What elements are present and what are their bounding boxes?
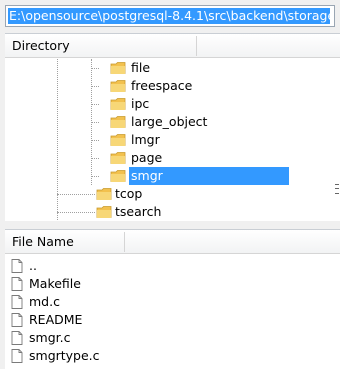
tree-item-freespace[interactable]: freespace (5, 77, 335, 95)
folder-icon (110, 170, 126, 182)
folder-icon (110, 152, 126, 164)
file-name: Makefile (29, 276, 81, 291)
file-panel: File Name .. Makefile md.c README smgr.c… (5, 229, 340, 370)
tree-item-page[interactable]: page (5, 149, 335, 167)
file-name-header-label: File Name (12, 234, 74, 249)
tree-item-label: freespace (131, 78, 193, 93)
folder-icon (96, 206, 112, 218)
file-name: md.c (29, 294, 60, 309)
folder-icon (110, 80, 126, 92)
tree-item-label: file (131, 60, 151, 75)
directory-header-label: Directory (12, 38, 70, 53)
document-icon (11, 277, 23, 291)
path-value[interactable]: E:\opensource\postgresql-8.4.1\src\backe… (8, 8, 330, 24)
panel-splitter[interactable] (0, 221, 340, 229)
scrollbar-grip-icon[interactable] (335, 184, 339, 194)
file-browser-window: E:\opensource\postgresql-8.4.1\src\backe… (0, 0, 340, 370)
directory-tree: file freespace ipc large_object lmgr pag… (5, 59, 340, 222)
directory-scrollbar[interactable] (334, 59, 340, 222)
tree-item-label: lmgr (131, 132, 160, 147)
document-icon (11, 259, 23, 273)
column-divider[interactable] (124, 232, 125, 252)
file-row-smgr-c[interactable]: smgr.c (5, 329, 335, 347)
tree-item-label: page (131, 150, 163, 165)
tree-item-large-object[interactable]: large_object (5, 113, 335, 131)
file-name: .. (29, 258, 37, 273)
file-row-makefile[interactable]: Makefile (5, 275, 335, 293)
directory-column-header[interactable]: Directory (5, 34, 340, 58)
tree-item-label: tsearch (115, 204, 162, 219)
folder-icon (110, 134, 126, 146)
path-bar: E:\opensource\postgresql-8.4.1\src\backe… (0, 0, 340, 34)
folder-icon (96, 188, 112, 200)
file-row-readme[interactable]: README (5, 311, 335, 329)
file-name: smgrtype.c (29, 348, 100, 363)
file-row-smgrtype-c[interactable]: smgrtype.c (5, 347, 335, 365)
path-input[interactable]: E:\opensource\postgresql-8.4.1\src\backe… (5, 5, 335, 27)
document-icon (11, 331, 23, 345)
tree-item-label: large_object (131, 114, 208, 129)
tree-item-smgr[interactable]: smgr (5, 167, 335, 185)
tree-item-label: smgr (129, 167, 289, 185)
tree-item-tcop[interactable]: tcop (5, 185, 335, 203)
column-divider[interactable] (196, 36, 197, 56)
folder-icon (110, 62, 126, 74)
tree-item-ipc[interactable]: ipc (5, 95, 335, 113)
document-icon (11, 313, 23, 327)
tree-item-label: tcop (115, 186, 143, 201)
tree-item-lmgr[interactable]: lmgr (5, 131, 335, 149)
directory-panel: Directory file freespace ipc large_objec… (5, 33, 340, 222)
file-row-parent[interactable]: .. (5, 257, 335, 275)
tree-item-file[interactable]: file (5, 59, 335, 77)
tree-item-label: ipc (131, 96, 150, 111)
document-icon (11, 349, 23, 363)
file-name: README (29, 312, 83, 327)
file-name: smgr.c (29, 330, 71, 345)
file-name-column-header[interactable]: File Name (5, 230, 340, 254)
file-row-md-c[interactable]: md.c (5, 293, 335, 311)
folder-icon (110, 98, 126, 110)
document-icon (11, 295, 23, 309)
tree-item-tsearch[interactable]: tsearch (5, 203, 335, 221)
folder-icon (110, 116, 126, 128)
